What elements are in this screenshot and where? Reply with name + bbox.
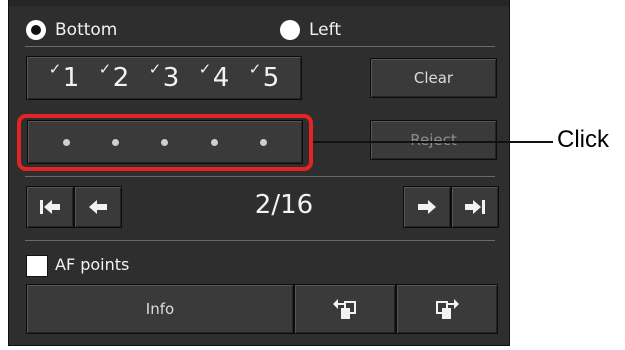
position-bottom-label: Bottom	[55, 20, 118, 40]
radio-unselected-icon	[280, 20, 300, 40]
highlight-frame	[17, 114, 313, 171]
rating-2-button[interactable]: ✓ 2	[99, 60, 130, 93]
rating-5-button[interactable]: ✓ 5	[249, 60, 280, 93]
rotate-left-icon	[333, 299, 356, 319]
arrow-left-icon	[89, 200, 107, 214]
position-left-label: Left	[309, 20, 341, 40]
rating-4-button[interactable]: ✓ 4	[199, 60, 230, 93]
af-points-label: AF points	[55, 255, 130, 274]
separator	[25, 176, 495, 177]
af-points-checkbox[interactable]	[26, 255, 48, 277]
arrow-right-icon	[418, 200, 436, 214]
rating-button-group: ✓ 1 ✓ 2 ✓ 3 ✓ 4 ✓ 5	[26, 56, 302, 100]
rotate-left-button[interactable]	[294, 284, 396, 334]
clear-button[interactable]: Clear	[370, 58, 497, 98]
rotate-right-button[interactable]	[396, 284, 498, 334]
rotate-right-icon	[436, 299, 459, 319]
radio-selected-icon	[26, 20, 46, 40]
info-button[interactable]: Info	[26, 284, 294, 334]
last-image-button[interactable]	[451, 186, 499, 228]
reject-button[interactable]: Reject	[370, 120, 497, 160]
skip-to-last-icon	[465, 200, 485, 214]
position-bottom-radio[interactable]: Bottom	[26, 18, 117, 42]
next-image-button[interactable]	[403, 186, 451, 228]
panel-top-edge	[9, 0, 509, 6]
separator	[25, 240, 495, 241]
image-counter: 2/16	[254, 190, 314, 220]
separator	[25, 46, 495, 47]
position-left-radio[interactable]: Left	[280, 18, 341, 42]
first-image-button[interactable]	[26, 186, 74, 228]
preview-control-panel: Bottom Left ✓ 1 ✓ 2 ✓ 3 ✓ 4 ✓ 5 Clear Reject	[8, 0, 510, 346]
previous-image-button[interactable]	[74, 186, 122, 228]
rating-1-button[interactable]: ✓ 1	[49, 60, 80, 93]
callout-label: Click	[557, 126, 609, 153]
rating-3-button[interactable]: ✓ 3	[149, 60, 180, 93]
skip-to-first-icon	[40, 200, 60, 214]
callout-line	[313, 141, 553, 143]
